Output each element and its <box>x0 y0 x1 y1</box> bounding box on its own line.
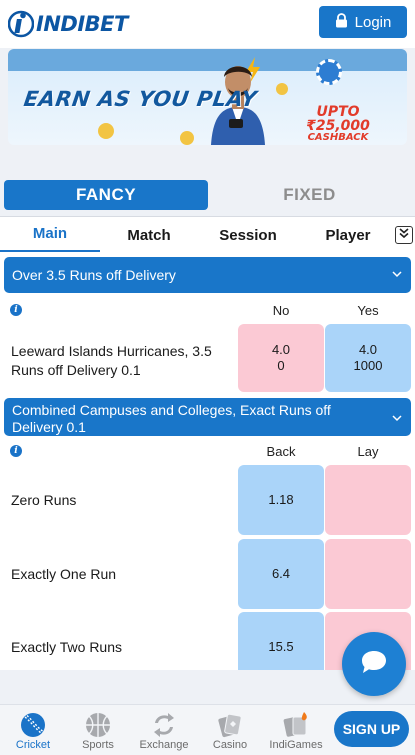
double-chevron-down-icon <box>398 226 410 244</box>
runner-name: Exactly One Run <box>11 566 117 582</box>
nav-label: Cricket <box>15 739 51 751</box>
runner-name: Exactly Two Runs <box>11 639 123 655</box>
tab-fancy[interactable]: FANCY <box>4 180 208 210</box>
odds-value: 4.0 <box>358 342 378 358</box>
odds-cell-yes[interactable]: 4.0 1000 <box>325 324 411 392</box>
tab-main[interactable]: Main <box>0 217 100 253</box>
market-header[interactable]: Combined Campuses and Colleges, Exact Ru… <box>4 398 411 436</box>
market-title: Combined Campuses and Colleges, Exact Ru… <box>12 402 331 435</box>
indigames-cards-icon <box>282 711 310 739</box>
exchange-arrows-icon <box>150 711 178 739</box>
info-icon[interactable]: i <box>10 304 22 316</box>
odds-cell-lay[interactable] <box>325 465 411 535</box>
nav-label: IndiGames <box>269 739 323 751</box>
casino-chip-icon <box>316 59 342 85</box>
brand-name: INDIBET <box>36 12 128 36</box>
nav-cricket[interactable]: Cricket <box>1 705 65 755</box>
tab-match[interactable]: Match <box>100 217 198 253</box>
market-type-tabs: FANCY FIXED <box>4 180 411 210</box>
odds-cell-back[interactable]: 1.18 <box>238 465 324 535</box>
market-header[interactable]: Over 3.5 Runs off Delivery <box>4 257 411 293</box>
tab-player[interactable]: Player <box>298 217 398 253</box>
odds-size: 1000 <box>353 358 383 373</box>
cricket-ball-icon <box>19 711 47 739</box>
odds-cell-lay[interactable] <box>325 539 411 609</box>
column-header-no: No <box>272 303 290 318</box>
chevron-down-icon <box>391 267 403 283</box>
signup-button[interactable]: SIGN UP <box>334 711 409 747</box>
nav-label: Sports <box>82 739 114 751</box>
cashback-label: CASHBACK <box>307 132 369 143</box>
odds-value: 15.5 <box>268 639 294 655</box>
cashback-amount: UPTO ₹25,000 <box>306 104 370 134</box>
odds-value: 1.18 <box>268 492 294 508</box>
nav-sports[interactable]: Sports <box>66 705 130 755</box>
column-header-yes: Yes <box>357 303 379 318</box>
coin-icon <box>98 123 114 139</box>
market-title: Over 3.5 Runs off Delivery <box>12 267 176 283</box>
chat-button[interactable] <box>342 632 406 696</box>
odds-value: 6.4 <box>271 566 291 582</box>
promo-banner[interactable]: EARN AS YOU PLAY UPTO ₹25,000 CASHBACK <box>8 49 407 145</box>
casino-cards-icon <box>216 711 244 739</box>
lock-icon <box>335 12 348 32</box>
sports-ball-icon <box>84 711 112 739</box>
markets-list: Over 3.5 Runs off Delivery i No Yes Leew… <box>0 252 415 670</box>
odds-size: 0 <box>277 358 285 373</box>
nav-label: Exchange <box>139 739 189 751</box>
odds-cell-back[interactable]: 15.5 <box>238 612 324 670</box>
nav-indigames[interactable]: IndiGames <box>264 705 328 755</box>
more-tabs-dropdown[interactable] <box>395 226 413 244</box>
tab-fixed[interactable]: FIXED <box>208 180 411 210</box>
odds-cell-back[interactable]: 6.4 <box>238 539 324 609</box>
tab-session[interactable]: Session <box>198 217 298 253</box>
nav-label: Casino <box>212 739 248 751</box>
banner-headline: EARN AS YOU PLAY <box>22 87 259 111</box>
column-header-lay: Lay <box>357 444 379 459</box>
runner-name: Zero Runs <box>11 492 77 508</box>
sub-tabs: Main Match Session Player <box>0 216 415 253</box>
info-icon[interactable]: i <box>10 445 22 457</box>
login-button[interactable]: Login <box>319 6 407 38</box>
odds-cell-no[interactable]: 4.0 0 <box>238 324 324 392</box>
top-bar: INDIBET Login <box>0 0 415 48</box>
brand-logo[interactable]: INDIBET <box>7 10 128 38</box>
chat-bubble-icon <box>360 649 388 680</box>
nav-exchange[interactable]: Exchange <box>132 705 196 755</box>
runner-name: Leeward Islands Hurricanes, 3.5 Runs off… <box>11 343 212 378</box>
odds-value: 4.0 <box>271 342 291 358</box>
coin-icon <box>180 131 194 145</box>
column-header-back: Back <box>266 444 296 459</box>
nav-casino[interactable]: Casino <box>198 705 262 755</box>
login-label: Login <box>354 13 392 31</box>
cashback-offer: UPTO ₹25,000 CASHBACK <box>288 105 388 143</box>
chevron-down-icon <box>391 411 403 427</box>
coin-icon <box>276 83 288 95</box>
brand-logo-icon <box>7 10 35 38</box>
